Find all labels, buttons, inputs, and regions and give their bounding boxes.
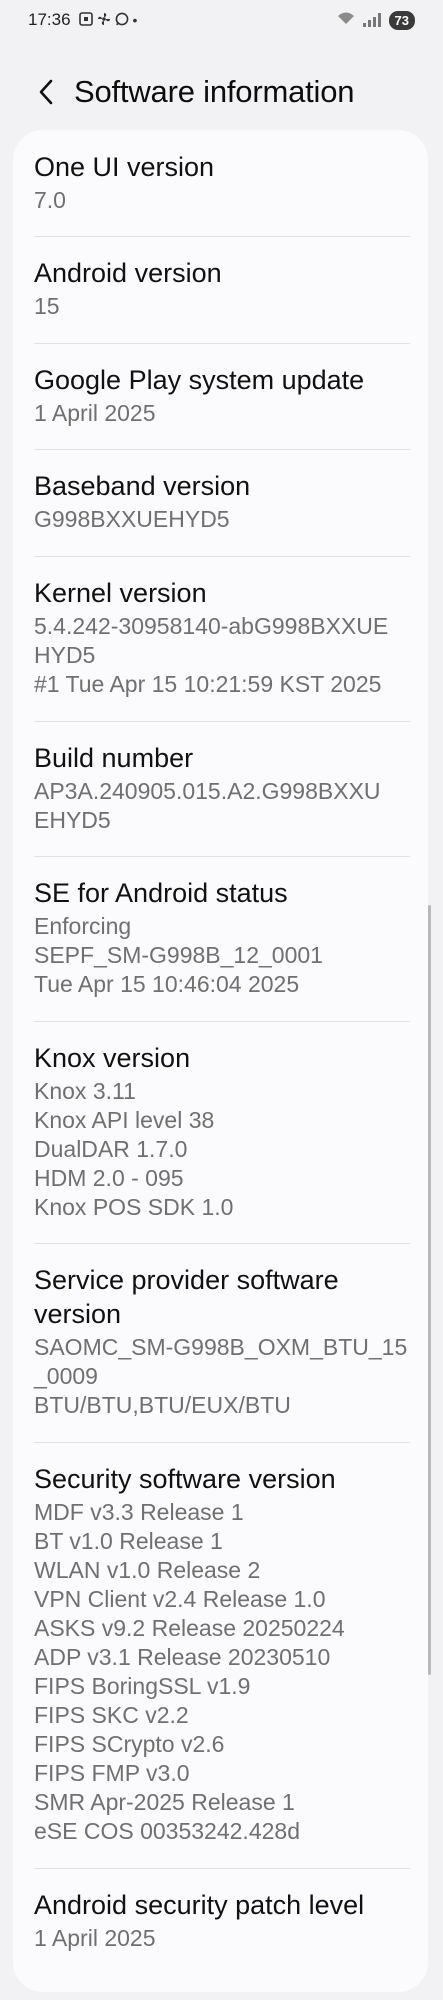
item-title: Security software version (34, 1464, 336, 1494)
item-value: SAOMC_SM-G998B_OXM_BTU_15 _0009 BTU/BTU,… (34, 1334, 408, 1418)
screenshot-icon (78, 11, 93, 29)
divider (34, 1868, 410, 1869)
item-title: SE for Android status (34, 878, 288, 908)
scrollbar[interactable] (428, 905, 431, 1675)
item-title: Kernel version (34, 578, 207, 608)
item-value: 15 (34, 293, 60, 319)
item-value: AP3A.240905.015.A2.G998BXXU EHYD5 (34, 778, 381, 833)
item-title: Service provider software version (34, 1265, 339, 1329)
item-one-ui-version[interactable]: One UI version 7.0 (34, 150, 409, 215)
item-build-number[interactable]: Build number AP3A.240905.015.A2.G998BXXU… (34, 741, 409, 835)
whatsapp-icon (115, 12, 129, 29)
item-security-software-version[interactable]: Security software version MDF v3.3 Relea… (34, 1462, 409, 1846)
fan-icon (97, 12, 111, 29)
status-bar: 17:36 • 73 (0, 0, 443, 40)
divider (34, 556, 410, 557)
signal-icon (362, 13, 381, 27)
page-title: Software information (74, 74, 355, 109)
item-value: Enforcing SEPF_SM-G998B_12_0001 Tue Apr … (34, 913, 323, 997)
item-title: Google Play system update (34, 365, 365, 395)
divider (34, 343, 410, 344)
status-right: 73 (337, 10, 415, 30)
item-title: Android version (34, 258, 222, 288)
item-title: Baseband version (34, 471, 251, 501)
item-android-version[interactable]: Android version 15 (34, 256, 409, 321)
item-value: 1 April 2025 (34, 1925, 156, 1951)
item-title: One UI version (34, 152, 215, 182)
item-value: G998BXXUEHYD5 (34, 506, 230, 532)
item-kernel-version[interactable]: Kernel version 5.4.242-30958140-abG998BX… (34, 576, 409, 699)
divider (34, 1021, 410, 1022)
dot-icon: • (132, 12, 138, 28)
wifi-icon (337, 10, 355, 30)
item-service-provider-software-version[interactable]: Service provider software version SAOMC_… (34, 1263, 409, 1420)
divider (34, 449, 410, 450)
divider (34, 1442, 410, 1443)
divider (34, 1243, 410, 1244)
battery-indicator: 73 (388, 10, 415, 30)
notification-icons: • (78, 11, 138, 29)
item-value: Knox 3.11 Knox API level 38 DualDAR 1.7.… (34, 1078, 234, 1220)
item-knox-version[interactable]: Knox version Knox 3.11 Knox API level 38… (34, 1041, 409, 1222)
item-title: Knox version (34, 1043, 191, 1073)
item-value: MDF v3.3 Release 1 BT v1.0 Release 1 WLA… (34, 1499, 345, 1844)
info-card: One UI version 7.0 Android version 15 Go… (13, 130, 428, 1992)
back-button[interactable] (24, 70, 68, 114)
divider (34, 856, 410, 857)
status-left: 17:36 • (28, 10, 137, 30)
item-value: 5.4.242-30958140-abG998BXXUE HYD5 #1 Tue… (34, 613, 389, 697)
app-header: Software information (0, 62, 443, 122)
item-value: 1 April 2025 (34, 400, 156, 426)
item-android-security-patch-level[interactable]: Android security patch level 1 April 202… (34, 1888, 409, 1953)
item-title: Android security patch level (34, 1890, 365, 1920)
item-title: Build number (34, 743, 194, 773)
item-google-play-system-update[interactable]: Google Play system update 1 April 2025 (34, 363, 409, 428)
divider (34, 236, 410, 237)
item-value: 7.0 (34, 187, 66, 213)
item-baseband-version[interactable]: Baseband version G998BXXUEHYD5 (34, 469, 409, 534)
divider (34, 721, 410, 722)
item-se-for-android-status[interactable]: SE for Android status Enforcing SEPF_SM-… (34, 876, 409, 999)
chevron-left-icon (39, 79, 53, 105)
status-time: 17:36 (28, 10, 71, 29)
